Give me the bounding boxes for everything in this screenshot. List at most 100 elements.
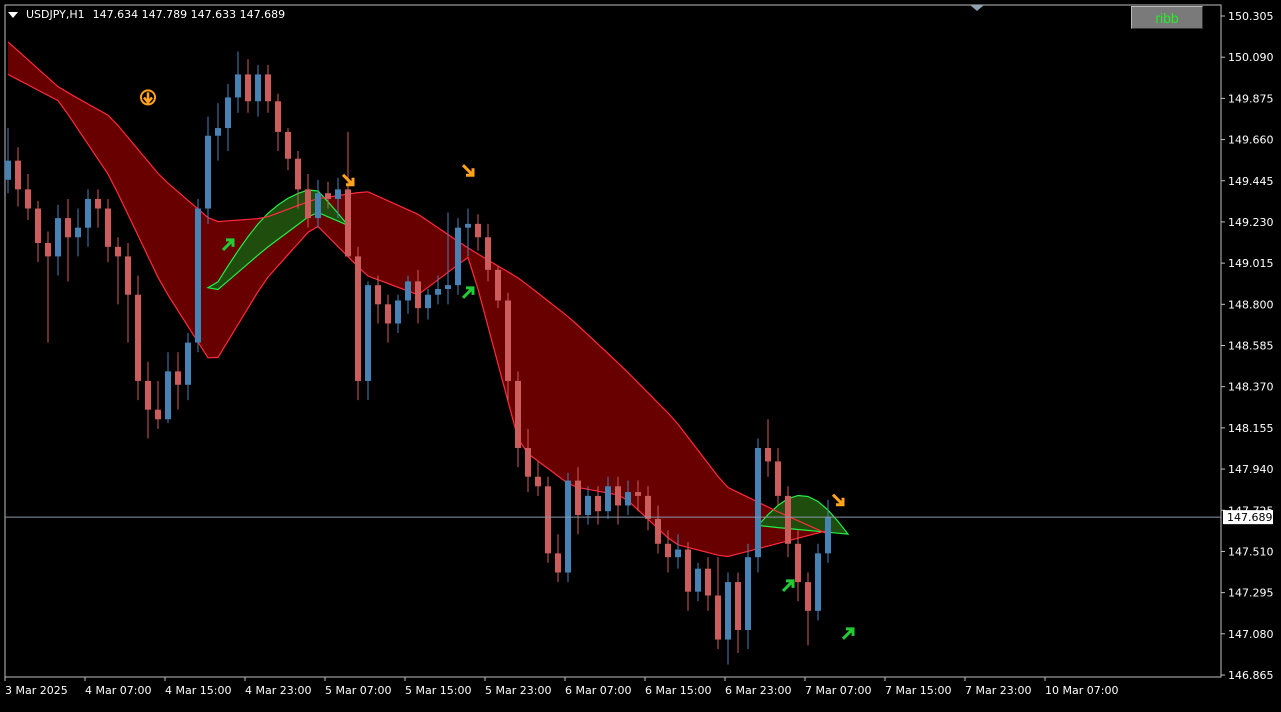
candle-body: [675, 549, 681, 558]
candle-body: [415, 281, 421, 309]
candle-body: [785, 495, 791, 544]
candle-body: [655, 518, 661, 544]
arrow-down-icon: [461, 164, 475, 177]
candle-body: [295, 158, 301, 190]
candle-body: [375, 285, 381, 305]
candle-body: [755, 447, 761, 558]
arrow-shape: [841, 627, 855, 640]
candle-body: [135, 294, 141, 381]
arrow-down-icon: [140, 89, 156, 106]
candle-body: [725, 582, 731, 640]
candle-body: [225, 97, 231, 129]
candle-body: [155, 409, 161, 420]
arrow-shape: [461, 164, 475, 177]
candle-body: [565, 480, 571, 573]
y-tick-label: 146.865: [1228, 669, 1274, 682]
x-tick-label: 7 Mar 15:00: [885, 684, 951, 697]
candle-body: [335, 189, 341, 199]
candle-body: [195, 208, 201, 343]
candle-body: [635, 492, 641, 496]
candle-body: [145, 380, 151, 410]
x-tick-label: 5 Mar 07:00: [325, 684, 391, 697]
y-tick-label: 147.940: [1228, 463, 1274, 476]
candle-body: [345, 189, 351, 257]
candle-body: [395, 300, 401, 324]
period-marker-icon: [970, 5, 984, 11]
candle-body: [805, 582, 811, 611]
candle-body: [5, 160, 11, 180]
y-tick-label: 149.875: [1228, 92, 1274, 105]
dropdown-triangle-icon[interactable]: [8, 11, 18, 18]
candle-body: [615, 486, 621, 506]
candle-body: [505, 300, 511, 381]
x-tick-label: 6 Mar 07:00: [565, 684, 631, 697]
candle-body: [85, 198, 91, 228]
ohlc-readout: 147.634 147.789 147.633 147.689: [92, 8, 286, 21]
candle-body: [305, 189, 311, 219]
candle-body: [525, 447, 531, 477]
candle-body: [105, 208, 111, 247]
chart-header: USDJPY,H1 147.634 147.789 147.633 147.68…: [8, 8, 285, 21]
candle-body: [125, 256, 131, 295]
x-tick-label: 5 Mar 23:00: [485, 684, 551, 697]
candle-body: [625, 492, 631, 506]
candle-body: [745, 557, 751, 630]
candle-body: [685, 549, 691, 592]
candle-body: [485, 237, 491, 270]
candle-body: [325, 193, 331, 199]
y-tick-label: 147.295: [1228, 587, 1274, 600]
x-tick-label: 4 Mar 23:00: [245, 684, 311, 697]
candle-body: [465, 223, 471, 228]
candle-body: [55, 218, 61, 257]
candle-body: [705, 568, 711, 596]
candle-body: [475, 223, 481, 238]
x-tick-label: 3 Mar 2025: [5, 684, 68, 697]
candle-body: [605, 486, 611, 512]
ribb-button[interactable]: ribb: [1131, 6, 1203, 29]
y-tick-label: 148.800: [1228, 298, 1274, 311]
candle-body: [645, 495, 651, 519]
y-tick-label: 148.585: [1228, 340, 1274, 353]
candle-body: [235, 74, 241, 98]
candle-body: [555, 553, 561, 573]
candle-body: [435, 288, 441, 295]
candle-body: [795, 543, 801, 583]
y-tick-label: 149.015: [1228, 257, 1274, 270]
candle-body: [695, 568, 701, 592]
y-tick-label: 148.155: [1228, 422, 1274, 435]
candle-body: [365, 285, 371, 381]
candle-body: [385, 304, 391, 324]
candle-body: [175, 371, 181, 385]
chart-area[interactable]: 150.305 150.090 149.875 149.660 149.445 149.2…: [0, 0, 1281, 708]
candle-body: [455, 227, 461, 286]
candle-body: [575, 480, 581, 516]
chart-svg[interactable]: 150.305 150.090 149.875 149.660 149.445 149.2…: [0, 0, 1281, 708]
arrow-shape: [781, 579, 795, 592]
candle-body: [215, 128, 221, 136]
x-tick-label: 7 Mar 07:00: [805, 684, 871, 697]
candle-body: [515, 380, 521, 448]
candle-body: [815, 553, 821, 611]
x-tick-label: 4 Mar 07:00: [85, 684, 151, 697]
candle-body: [355, 256, 361, 381]
y-tick-label: 147.080: [1228, 628, 1274, 641]
x-tick-label: 6 Mar 23:00: [725, 684, 791, 697]
candle-body: [115, 246, 121, 257]
y-tick-label: 149.660: [1228, 134, 1274, 147]
candle-body: [165, 371, 171, 420]
candle-body: [255, 74, 261, 102]
x-tick-label: 5 Mar 15:00: [405, 684, 471, 697]
arrow-shape: [831, 493, 845, 507]
candle-body: [275, 101, 281, 132]
candle-body: [35, 208, 41, 244]
candle-body: [95, 198, 101, 209]
candle-body: [45, 243, 51, 257]
candle-body: [715, 595, 721, 640]
candle-body: [425, 294, 431, 309]
x-tick-label: 10 Mar 07:00: [1045, 684, 1118, 697]
candle-body: [535, 476, 541, 487]
candle-body: [775, 461, 781, 496]
chart-border: [4, 4, 1222, 678]
candle-body: [15, 160, 21, 190]
candle-body: [495, 269, 501, 301]
